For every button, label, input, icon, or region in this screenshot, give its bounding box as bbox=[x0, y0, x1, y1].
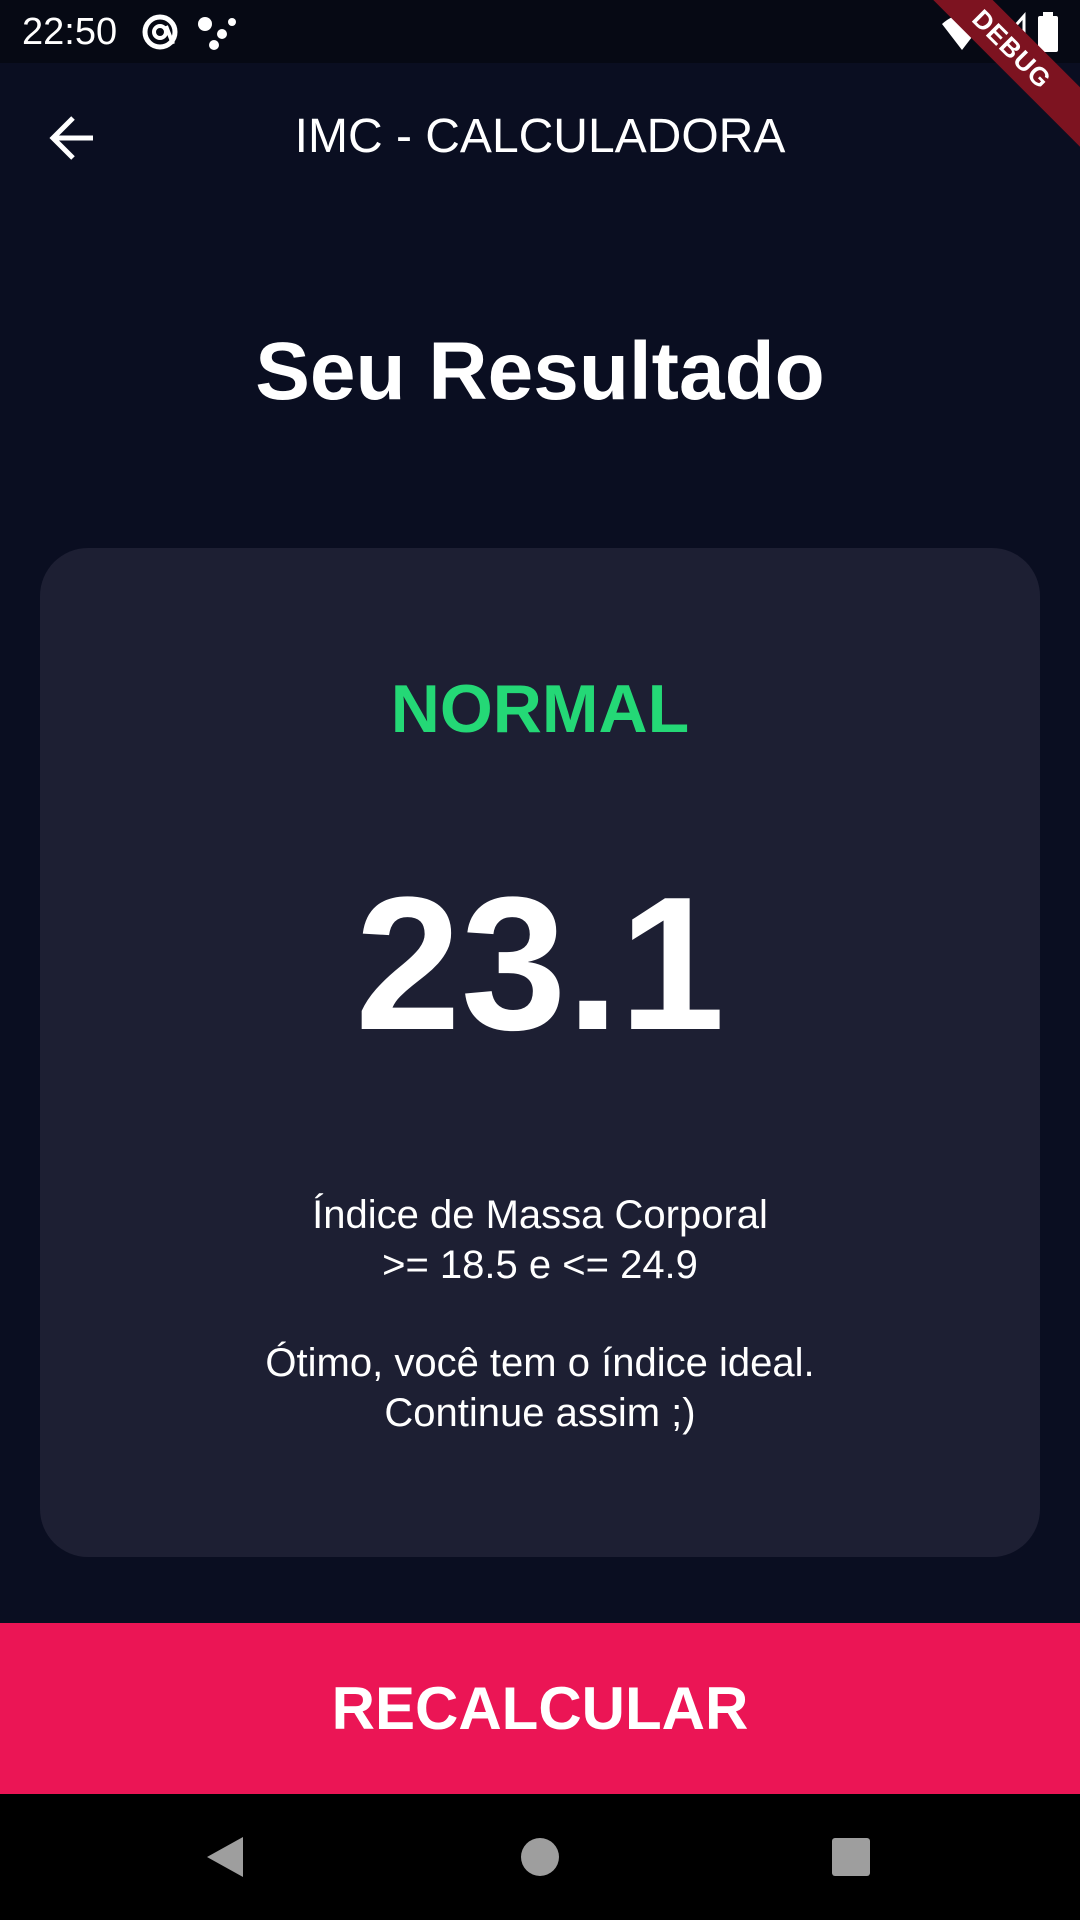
nav-home-button[interactable] bbox=[507, 1824, 573, 1890]
nav-back-icon bbox=[207, 1837, 243, 1877]
bmi-status-label: NORMAL bbox=[390, 671, 690, 747]
status-time: 22:50 bbox=[22, 11, 118, 53]
nav-recents-button[interactable] bbox=[818, 1824, 884, 1890]
system-nav-bar bbox=[0, 1794, 1080, 1920]
assistant-dots-icon bbox=[198, 17, 236, 50]
recalculate-button[interactable]: RECALCULAR bbox=[0, 1623, 1080, 1794]
page-title: Seu Resultado bbox=[255, 326, 825, 417]
bmi-message-line2: Continue assim ;) bbox=[384, 1391, 696, 1435]
bmi-range-line2: >= 18.5 e <= 24.9 bbox=[382, 1243, 698, 1287]
at-sign-icon bbox=[142, 14, 178, 50]
nav-home-icon bbox=[521, 1838, 559, 1876]
bmi-range-text: Índice de Massa Corporal >= 18.5 e <= 24… bbox=[40, 1190, 1040, 1290]
result-card: NORMAL 23.1 Índice de Massa Corporal >= … bbox=[40, 548, 1040, 1557]
bmi-message-text: Ótimo, você tem o índice ideal. Continue… bbox=[40, 1338, 1040, 1438]
app-title: IMC - CALCULADORA bbox=[294, 110, 786, 163]
screen: 22:50 DEBUG IMC - CALCULADORA Seu Result… bbox=[0, 0, 1080, 1920]
bmi-value: 23.1 bbox=[355, 858, 725, 1070]
nav-recents-icon bbox=[832, 1838, 870, 1876]
app-bar: IMC - CALCULADORA bbox=[0, 63, 1080, 210]
nav-back-button[interactable] bbox=[192, 1824, 258, 1890]
status-bar: 22:50 bbox=[0, 0, 1080, 63]
bmi-range-line1: Índice de Massa Corporal bbox=[312, 1193, 768, 1237]
bmi-message-line1: Ótimo, você tem o índice ideal. bbox=[265, 1341, 815, 1385]
